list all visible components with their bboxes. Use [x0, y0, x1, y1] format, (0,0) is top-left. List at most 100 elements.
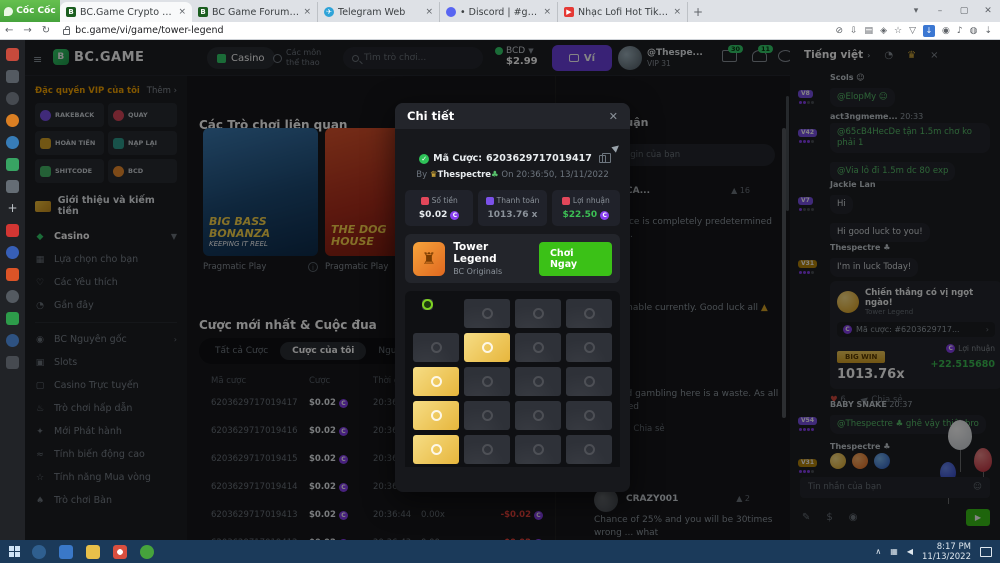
app-shortcut-icon[interactable] — [6, 334, 19, 347]
tab-title: • Discord | #games | BC G — [460, 7, 539, 18]
coccoc-logo[interactable]: Cốc Cốc — [0, 0, 60, 22]
tab-bcgame[interactable]: B BC.Game Crypto Cas no Ga × — [60, 2, 192, 22]
tab-discord[interactable]: • Discord | #games | BC G × — [440, 2, 558, 22]
bet-datetime: 20:36:50, 13/11/2022 — [516, 170, 609, 180]
download-strip-icon[interactable] — [6, 92, 19, 105]
modal-title: Chi tiết — [407, 109, 454, 123]
taskbar-search-icon[interactable] — [32, 545, 46, 559]
bcgame-page: ≡ BBC.GAME Casino Các mônthể thao Tìm tr… — [25, 40, 1000, 540]
downloader-icon[interactable]: ↓ — [923, 25, 935, 37]
tower-tile-win — [413, 401, 459, 430]
steam-shortcut-icon[interactable] — [6, 290, 19, 303]
tab-close-icon[interactable]: × — [673, 7, 681, 17]
spreadsheet-icon[interactable] — [6, 158, 19, 171]
taskbar-clock[interactable]: 8:17 PM 11/13/2022 — [922, 542, 971, 562]
copy-icon[interactable] — [599, 155, 606, 163]
tower-tile-off — [464, 401, 510, 430]
stat-payout: Thanh toán 1013.76 x — [478, 190, 546, 226]
adblock-shield-icon[interactable]: ▽ — [909, 26, 916, 36]
action-center-icon[interactable] — [980, 547, 992, 557]
downloads-tray-icon[interactable]: ⇣ — [984, 26, 992, 36]
network-icon[interactable]: ▦ — [890, 547, 898, 556]
tower-tile-off — [515, 401, 561, 430]
extension-icon[interactable]: ◉ — [942, 26, 950, 36]
verified-check-icon: ✓ — [419, 154, 429, 164]
tab-title: BC Game Forum - A Crypto — [212, 7, 299, 18]
tower-tile-off — [515, 367, 561, 396]
modal-close-icon[interactable]: ✕ — [609, 110, 618, 123]
share-icon[interactable]: ◈ — [880, 26, 887, 36]
stat-amount: Số tiền $0.02C — [405, 190, 473, 226]
tab-close-icon[interactable]: × — [303, 7, 311, 17]
discord-favicon — [446, 7, 456, 17]
apps-grid-icon[interactable] — [6, 180, 19, 193]
taskbar-chrome-icon[interactable] — [113, 545, 127, 559]
url-text[interactable]: bc.game/vi/game/tower-legend — [75, 25, 223, 36]
address-bar: ← → ↻ bc.game/vi/game/tower-legend ⊘ ⇩ ▤… — [0, 22, 1000, 40]
taskbar-coccoc-icon[interactable] — [140, 545, 154, 559]
tray-expand-icon[interactable]: ∧ — [875, 547, 881, 556]
new-tab-button[interactable]: + — [688, 2, 708, 22]
back-button[interactable]: ← — [5, 25, 13, 36]
tab-bcgame-forum[interactable]: B BC Game Forum - A Crypto × — [192, 2, 318, 22]
tower-tile-off — [515, 333, 561, 362]
bookmark-star-icon[interactable]: ☆ — [894, 26, 902, 36]
reload-button[interactable]: ↻ — [42, 25, 50, 36]
profit-icon — [562, 197, 570, 205]
minimize-button[interactable]: – — [928, 6, 952, 16]
clover-icon: ♣ — [491, 170, 499, 180]
tower-tile-off — [464, 435, 510, 464]
close-window-button[interactable]: ✕ — [976, 6, 1000, 16]
bcgame-favicon: B — [66, 7, 76, 17]
tower-legend-thumbnail[interactable]: ♜ — [413, 242, 445, 276]
flame-icon[interactable] — [6, 114, 19, 127]
music-extension-icon[interactable]: ♪ — [957, 26, 963, 36]
maximize-button[interactable]: ▢ — [952, 6, 976, 16]
save-page-icon[interactable]: ⇩ — [850, 26, 858, 36]
profile-strip-icon[interactable] — [6, 70, 19, 83]
reddit-shortcut-icon[interactable] — [6, 268, 19, 281]
tower-tile-off — [566, 435, 612, 464]
zalo-shortcut-icon[interactable] — [6, 312, 19, 325]
game-title[interactable]: Tower Legend — [453, 241, 531, 265]
taskbar-edge-icon[interactable] — [59, 545, 73, 559]
hot-news-icon[interactable] — [6, 48, 19, 61]
forward-button[interactable]: → — [23, 25, 31, 36]
pin-window-icon[interactable]: ▾ — [904, 6, 928, 16]
tower-tile-off — [515, 435, 561, 464]
player-name[interactable]: Thespectre — [437, 170, 491, 180]
volume-icon[interactable]: ◀ — [907, 547, 913, 556]
settings-strip-icon[interactable] — [6, 356, 19, 369]
start-button[interactable] — [9, 546, 20, 557]
tower-tile-off — [464, 299, 510, 328]
tab-close-icon[interactable]: × — [543, 7, 551, 17]
tab-close-icon[interactable]: × — [425, 7, 433, 17]
ssl-lock-icon[interactable] — [63, 29, 70, 35]
tab-telegram[interactable]: ✈ Telegram Web × — [318, 2, 440, 22]
telegram-favicon: ✈ — [324, 7, 334, 17]
facebook-shortcut-icon[interactable] — [6, 246, 19, 259]
tower-tile-off — [566, 367, 612, 396]
tower-tile-off — [566, 333, 612, 362]
tab-title: Telegram Web — [338, 7, 421, 18]
tab-youtube[interactable]: ▶ Nhạc Lofi Hot TikTok 2022 - × — [558, 2, 688, 22]
system-tray: ∧ ▦ ◀ 8:17 PM 11/13/2022 — [875, 542, 1000, 562]
taskbar-explorer-icon[interactable] — [86, 545, 100, 559]
coccoc-side-strip: + — [0, 40, 25, 540]
play-now-button[interactable]: Chơi Ngay — [539, 242, 612, 276]
tab-close-icon[interactable]: × — [178, 7, 186, 17]
add-shortcut-icon[interactable]: + — [6, 202, 19, 215]
tab-title: Nhạc Lofi Hot TikTok 2022 - — [578, 7, 669, 18]
profile-icon[interactable]: ◍ — [970, 26, 978, 36]
coccoc-leaf-icon — [4, 7, 13, 16]
reading-mode-icon[interactable]: ▤ — [865, 26, 874, 36]
forum-favicon: B — [198, 7, 208, 17]
tab-title: BC.Game Crypto Cas no Ga — [80, 7, 174, 18]
game-provider: BC Originals — [453, 267, 531, 276]
messenger-icon[interactable] — [6, 136, 19, 149]
coin-icon: C — [600, 211, 609, 220]
zoom-icon[interactable]: ⊘ — [835, 26, 843, 36]
tower-tile-off — [464, 367, 510, 396]
bet-id-value: 6203629717019417 — [486, 153, 592, 164]
youtube-shortcut-icon[interactable] — [6, 224, 19, 237]
